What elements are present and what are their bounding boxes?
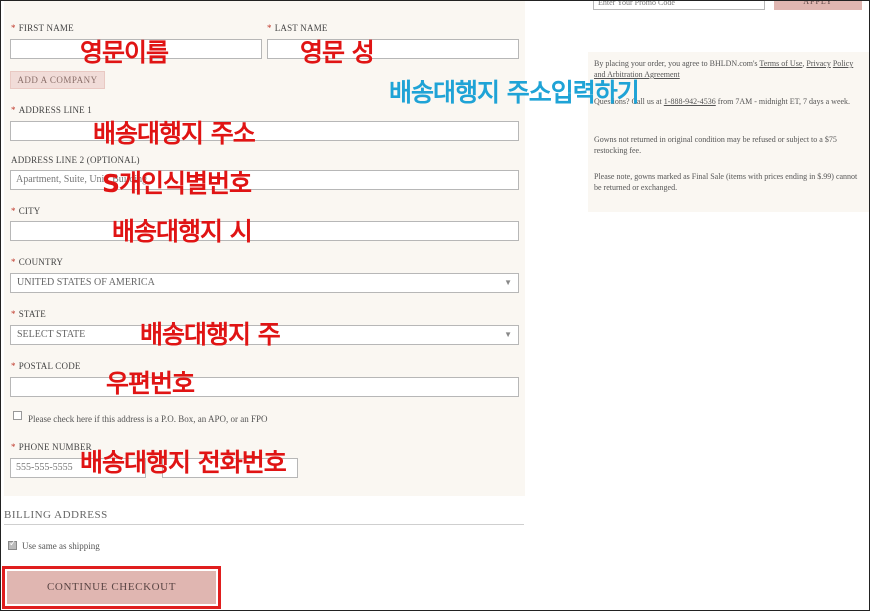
annotation-address1: 배송대행지 주소 (93, 119, 256, 148)
postal-code-input[interactable] (10, 377, 519, 397)
state-label: * State (11, 309, 46, 319)
gowns-returned-text: Gowns not returned in original condition… (594, 135, 837, 155)
terms-of-use-link[interactable]: Terms of Use (759, 59, 802, 68)
country-select[interactable]: UNITED STATES OF AMERICA ▼ (10, 273, 519, 293)
country-label: * Country (11, 257, 64, 267)
continue-checkout-highlight: CONTINUE CHECKOUT (2, 566, 221, 609)
add-company-button[interactable]: ADD A COMPANY (10, 71, 105, 89)
contact-phone-link[interactable]: 1-888-942-4536 (664, 97, 716, 106)
same-as-shipping-checkbox[interactable] (8, 539, 17, 550)
annotation-phone: 배송대행지 전화번호 (80, 448, 287, 477)
city-label: * City (11, 206, 41, 216)
po-box-checkbox[interactable] (13, 411, 22, 420)
state-select-value: SELECT STATE (17, 329, 86, 340)
promo-code-input[interactable]: Enter Your Promo Code (593, 0, 765, 10)
billing-address-title: BILLING ADDRESS (4, 509, 108, 521)
annotation-header: 배송대행지 주소입력하기 (389, 78, 640, 107)
annotation-address2: S개인식별번호 (102, 169, 252, 198)
first-name-label: * First Name (11, 23, 74, 33)
same-as-shipping-label: Use same as shipping (22, 541, 100, 551)
city-input[interactable] (10, 221, 519, 241)
address-line-1-label: * Address Line 1 (11, 105, 93, 115)
annotation-last-name: 영문 성 (300, 38, 375, 67)
postal-code-label: * Postal Code (11, 361, 81, 371)
country-select-value: UNITED STATES OF AMERICA (17, 277, 155, 288)
address-line-2-input[interactable]: Apartment, Suite, Unit, Building (10, 170, 519, 190)
last-name-label: * Last Name (267, 23, 328, 33)
billing-divider (4, 524, 524, 525)
final-sale-text: Please note, gowns marked as Final Sale … (594, 172, 858, 192)
annotation-state: 배송대행지 주 (140, 320, 281, 349)
chevron-down-icon: ▼ (504, 330, 512, 339)
annotation-city: 배송대행지 시 (112, 217, 253, 246)
apply-promo-button[interactable]: APPLY (774, 0, 862, 10)
annotation-postal: 우편번호 (106, 369, 195, 398)
annotation-first-name: 영문이름 (80, 38, 169, 67)
address-line-1-input[interactable] (10, 121, 519, 141)
continue-checkout-button[interactable]: CONTINUE CHECKOUT (7, 571, 216, 604)
chevron-down-icon: ▼ (504, 278, 512, 287)
po-box-label: Please check here if this address is a P… (28, 414, 268, 424)
privacy-link[interactable]: Privacy (806, 59, 830, 68)
